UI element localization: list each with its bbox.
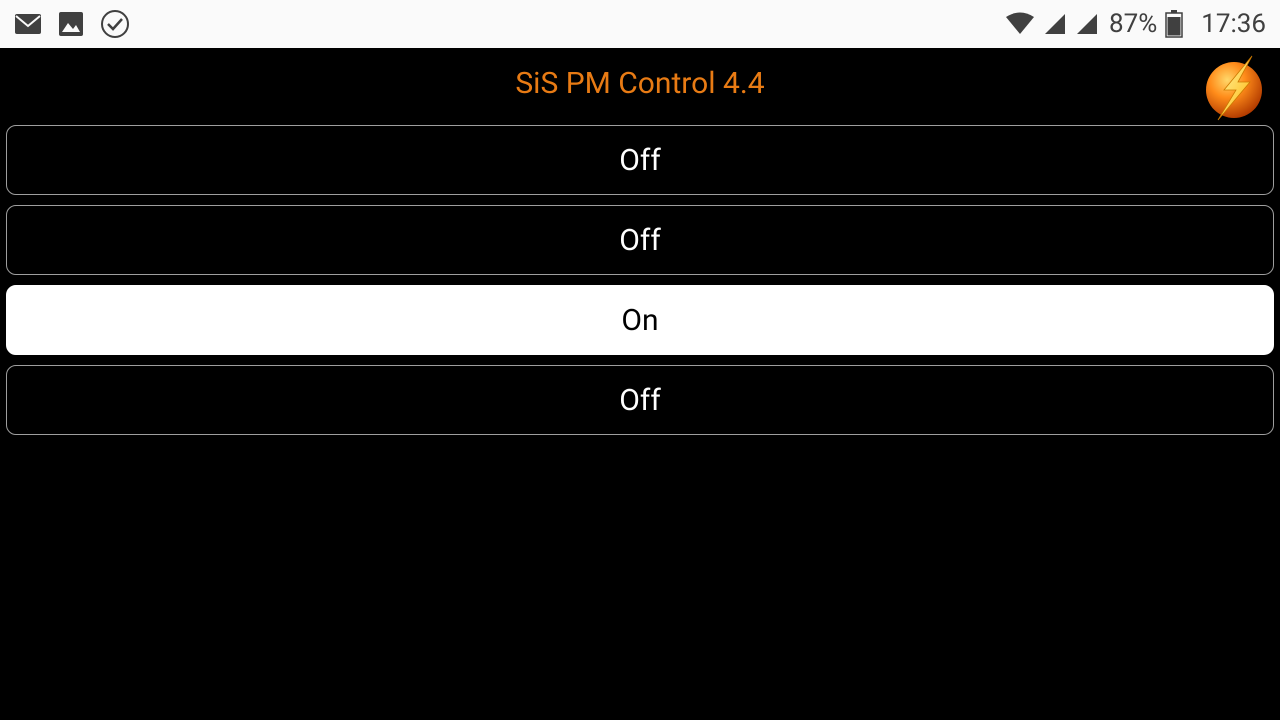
outlet-toggle-3[interactable]: On xyxy=(6,285,1274,355)
wifi-icon xyxy=(1005,12,1035,36)
battery-percentage: 87% xyxy=(1109,9,1157,39)
outlet-list: Off Off On Off xyxy=(0,125,1280,435)
status-left-icons xyxy=(14,9,130,39)
cellular-signal-icon-2 xyxy=(1075,12,1099,36)
status-bar: 87% 17:36 xyxy=(0,0,1280,48)
outlet-state-label: Off xyxy=(619,223,661,258)
status-right-icons: 87% 17:36 xyxy=(1005,9,1266,39)
checkmark-circle-icon xyxy=(100,9,130,39)
outlet-toggle-4[interactable]: Off xyxy=(6,365,1274,435)
mail-icon xyxy=(14,13,42,35)
cellular-signal-icon xyxy=(1043,12,1067,36)
outlet-state-label: Off xyxy=(619,383,661,418)
lightning-bolt-icon xyxy=(1200,54,1268,122)
battery-icon xyxy=(1165,10,1183,38)
outlet-state-label: On xyxy=(621,303,658,338)
outlet-state-label: Off xyxy=(619,143,661,178)
outlet-toggle-2[interactable]: Off xyxy=(6,205,1274,275)
clock: 17:36 xyxy=(1201,9,1266,39)
app-content: SiS PM Control 4.4 Off Off xyxy=(0,48,1280,720)
outlet-toggle-1[interactable]: Off xyxy=(6,125,1274,195)
picture-icon xyxy=(58,11,84,37)
page-title: SiS PM Control 4.4 xyxy=(0,66,1280,101)
